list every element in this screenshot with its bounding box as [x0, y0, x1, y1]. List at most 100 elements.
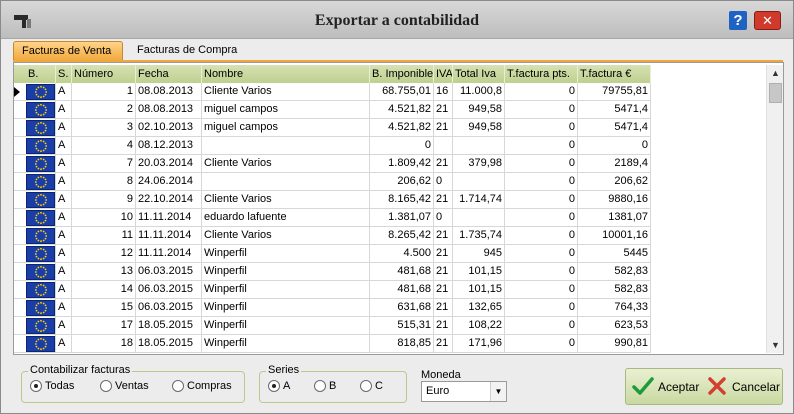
cell-serie[interactable]: A [56, 227, 72, 245]
radio-todas[interactable]: Todas [30, 380, 74, 393]
cell-base-imponible[interactable]: 481,68 [370, 281, 434, 299]
tab-facturas-compra[interactable]: Facturas de Compra [129, 41, 249, 61]
cell-serie[interactable]: A [56, 209, 72, 227]
table-row[interactable]: A 15 06.03.2015 Winperfil 631,68 21 132,65 0 764… [14, 299, 654, 317]
vertical-scrollbar[interactable]: ▲ ▼ [766, 65, 783, 353]
cell-total-iva[interactable]: 945 [453, 245, 505, 263]
tab-facturas-venta[interactable]: Facturas de Venta [13, 41, 123, 61]
cell-nombre[interactable]: miguel campos [202, 119, 370, 137]
cell-nombre[interactable] [202, 173, 370, 191]
cell-total-pts[interactable]: 0 [505, 299, 578, 317]
cell-base-imponible[interactable]: 8.265,42 [370, 227, 434, 245]
cell-fecha[interactable]: 20.03.2014 [136, 155, 202, 173]
cell-numero[interactable]: 7 [72, 155, 136, 173]
radio-dot[interactable] [30, 380, 42, 393]
cell-base-imponible[interactable]: 4.521,82 [370, 119, 434, 137]
cell-base-imponible[interactable]: 631,68 [370, 299, 434, 317]
cell-total-iva[interactable] [453, 173, 505, 191]
cell-total-eur[interactable]: 764,33 [578, 299, 651, 317]
cell-nombre[interactable]: Cliente Varios [202, 83, 370, 101]
close-button[interactable]: ✕ [754, 11, 781, 30]
cell-fecha[interactable]: 06.03.2015 [136, 281, 202, 299]
cell-flag[interactable] [14, 155, 56, 173]
chevron-down-icon[interactable]: ▼ [490, 382, 506, 401]
cell-base-imponible[interactable]: 8.165,42 [370, 191, 434, 209]
cell-total-eur[interactable]: 582,83 [578, 281, 651, 299]
cell-total-pts[interactable]: 0 [505, 281, 578, 299]
cell-numero[interactable]: 11 [72, 227, 136, 245]
cell-nombre[interactable]: Winperfil [202, 263, 370, 281]
cell-total-eur[interactable]: 10001,16 [578, 227, 651, 245]
col-header-fecha[interactable]: Fecha [136, 65, 202, 83]
cell-iva[interactable]: 21 [434, 227, 453, 245]
cell-total-pts[interactable]: 0 [505, 317, 578, 335]
table-row[interactable]: A 8 24.06.2014 206,62 0 0 206,62 [14, 173, 654, 191]
cell-fecha[interactable]: 22.10.2014 [136, 191, 202, 209]
cell-total-iva[interactable]: 101,15 [453, 281, 505, 299]
radio-ventas[interactable]: Ventas [100, 380, 149, 393]
cancel-button[interactable]: Cancelar [706, 373, 780, 400]
cell-numero[interactable]: 4 [72, 137, 136, 155]
title-bar[interactable]: Exportar a contabilidad ? ✕ [1, 1, 793, 39]
cell-flag[interactable] [14, 173, 56, 191]
cell-total-eur[interactable]: 623,53 [578, 317, 651, 335]
cell-iva[interactable]: 21 [434, 299, 453, 317]
cell-total-eur[interactable]: 5471,4 [578, 101, 651, 119]
cell-base-imponible[interactable]: 4.500 [370, 245, 434, 263]
cell-nombre[interactable]: Winperfil [202, 299, 370, 317]
cell-iva[interactable]: 21 [434, 101, 453, 119]
cell-numero[interactable]: 17 [72, 317, 136, 335]
cell-nombre[interactable]: eduardo lafuente [202, 209, 370, 227]
moneda-select[interactable]: Euro ▼ [421, 381, 507, 402]
scroll-thumb[interactable] [769, 83, 782, 103]
cell-nombre[interactable]: Cliente Varios [202, 155, 370, 173]
cell-numero[interactable]: 13 [72, 263, 136, 281]
cell-iva[interactable]: 21 [434, 191, 453, 209]
cell-iva[interactable]: 21 [434, 155, 453, 173]
cell-total-iva[interactable] [453, 209, 505, 227]
cell-flag[interactable] [14, 299, 56, 317]
cell-fecha[interactable]: 18.05.2015 [136, 317, 202, 335]
cell-nombre[interactable]: Winperfil [202, 281, 370, 299]
cell-fecha[interactable]: 06.03.2015 [136, 299, 202, 317]
scroll-down-icon[interactable]: ▼ [767, 337, 783, 353]
cell-total-pts[interactable]: 0 [505, 101, 578, 119]
cell-fecha[interactable]: 11.11.2014 [136, 227, 202, 245]
cell-serie[interactable]: A [56, 137, 72, 155]
cell-total-eur[interactable]: 582,83 [578, 263, 651, 281]
col-header-nombre[interactable]: Nombre [202, 65, 370, 83]
cell-total-iva[interactable]: 11.000,8 [453, 83, 505, 101]
cell-total-eur[interactable]: 206,62 [578, 173, 651, 191]
cell-serie[interactable]: A [56, 317, 72, 335]
cell-iva[interactable]: 21 [434, 317, 453, 335]
invoices-grid[interactable]: B. S. Número Fecha Nombre B. Imponible I… [13, 62, 784, 355]
cell-total-iva[interactable] [453, 137, 505, 155]
table-row[interactable]: A 13 06.03.2015 Winperfil 481,68 21 101,15 0 582… [14, 263, 654, 281]
cell-fecha[interactable]: 11.11.2014 [136, 245, 202, 263]
radio-serie-c[interactable]: C [360, 380, 383, 393]
cell-fecha[interactable]: 06.03.2015 [136, 263, 202, 281]
cell-fecha[interactable]: 08.08.2013 [136, 101, 202, 119]
cell-base-imponible[interactable]: 206,62 [370, 173, 434, 191]
cell-total-iva[interactable]: 379,98 [453, 155, 505, 173]
cell-flag[interactable] [14, 101, 56, 119]
cell-total-iva[interactable]: 1.714,74 [453, 191, 505, 209]
cell-total-iva[interactable]: 171,96 [453, 335, 505, 353]
col-header-base[interactable]: B. Imponible [370, 65, 434, 83]
cell-fecha[interactable]: 02.10.2013 [136, 119, 202, 137]
accept-button[interactable]: Aceptar [630, 373, 704, 400]
cell-iva[interactable]: 21 [434, 245, 453, 263]
cell-total-eur[interactable]: 5445 [578, 245, 651, 263]
cell-total-pts[interactable]: 0 [505, 209, 578, 227]
cell-fecha[interactable]: 08.08.2013 [136, 83, 202, 101]
cell-numero[interactable]: 14 [72, 281, 136, 299]
cell-total-pts[interactable]: 0 [505, 83, 578, 101]
cell-flag[interactable] [14, 119, 56, 137]
cell-nombre[interactable]: Winperfil [202, 317, 370, 335]
help-button[interactable]: ? [729, 11, 747, 30]
radio-dot[interactable] [314, 380, 326, 393]
table-row[interactable]: A 1 08.08.2013 Cliente Varios 68.755,01 16 11.… [14, 83, 654, 101]
cell-iva[interactable] [434, 137, 453, 155]
cell-fecha[interactable]: 08.12.2013 [136, 137, 202, 155]
cell-base-imponible[interactable]: 1.809,42 [370, 155, 434, 173]
